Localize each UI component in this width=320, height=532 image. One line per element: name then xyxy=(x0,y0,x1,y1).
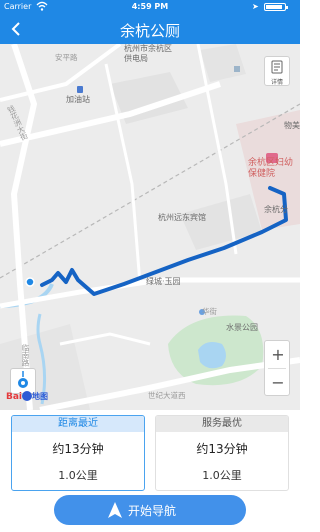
map-label-anping-road: 安平路 xyxy=(55,53,78,62)
map-label-gas-station: 加油站 xyxy=(66,95,90,104)
route-option-distance: 1.0公里 xyxy=(58,469,98,482)
route-options: 距离最近 约13分钟 1.0公里 服务最优 约13分钟 1.0公里 xyxy=(0,410,300,491)
baidu-paw-icon xyxy=(22,390,33,401)
map-label-yuhang-branch: 余杭分 xyxy=(264,205,288,214)
locate-icon xyxy=(18,371,28,388)
map-label-shihua-road: 华街 xyxy=(202,307,217,316)
zoom-out-button[interactable]: − xyxy=(265,369,291,396)
page-title: 余杭公厕 xyxy=(119,22,180,40)
map-label-hospital: 余杭区妇幼 保健院 xyxy=(248,158,294,179)
baidu-map-word: 地图 xyxy=(32,392,49,401)
start-navigation-button[interactable]: 开始导航 xyxy=(54,495,246,525)
zoom-control: + − xyxy=(264,340,290,396)
nav-bar: 余杭公厕 xyxy=(0,14,300,44)
route-option-nearest[interactable]: 距离最近 约13分钟 1.0公里 xyxy=(11,415,145,491)
zoom-in-button[interactable]: + xyxy=(265,341,291,368)
map-label-wumei: 物美 xyxy=(284,121,300,130)
map-label-hotel: 杭州远东宾馆 xyxy=(158,213,206,222)
battery-icon xyxy=(264,3,288,11)
map-canvas xyxy=(0,44,300,410)
route-option-header: 距离最近 xyxy=(12,416,144,432)
route-option-duration: 约13分钟 xyxy=(52,442,104,456)
baidu-map-logo: Bai 地图 xyxy=(6,390,49,405)
detail-button[interactable]: 详情 xyxy=(264,56,290,86)
detail-button-label: 详情 xyxy=(270,79,283,86)
map-label-community: 绿城·玉园 xyxy=(146,277,181,286)
start-navigation-label: 开始导航 xyxy=(128,504,177,518)
navigation-arrow-icon xyxy=(108,502,122,518)
document-icon xyxy=(271,60,283,74)
route-option-distance: 1.0公里 xyxy=(202,469,242,482)
route-option-best-service[interactable]: 服务最优 约13分钟 1.0公里 xyxy=(155,415,289,491)
baidu-brand-text: Bai xyxy=(6,392,23,402)
map-label-century-avenue: 世纪大道西 xyxy=(148,391,186,400)
map-label-power-bureau: 杭州市余杭区 供电局 xyxy=(124,44,172,63)
route-option-duration: 约13分钟 xyxy=(196,442,248,456)
route-option-header: 服务最优 xyxy=(156,416,288,432)
map-label-garden: 水景公园 xyxy=(226,323,258,332)
location-arrow-icon: ➤ xyxy=(252,2,259,11)
start-marker xyxy=(25,277,35,287)
map-label-south-road: 临南路 xyxy=(21,344,30,367)
status-bar: Carrier 4:59 PM ➤ xyxy=(0,0,300,14)
map-view[interactable]: 安平路 杭州市余杭区 供电局 加油站 钱花洲大街 余杭区妇幼 保健院 杭州远东宾… xyxy=(0,44,300,410)
